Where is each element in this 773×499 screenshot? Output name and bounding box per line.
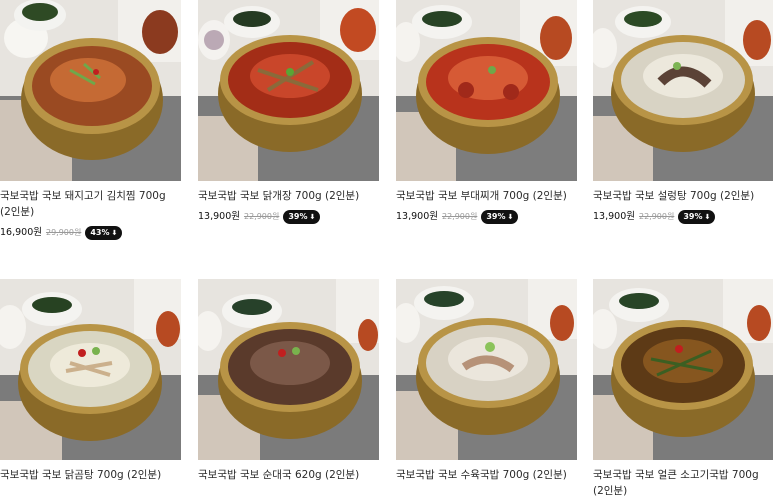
product-card[interactable]: 국보국밥 국보 설렁탕 700g (2인분) 13,900원 22,900원 3… (593, 0, 773, 224)
product-card[interactable]: 국보국밥 국보 순대국 620g (2인분) (198, 279, 379, 483)
sale-price: 13,900원 (396, 211, 438, 222)
discount-badge: 43% ⬇ (85, 226, 123, 240)
product-card[interactable]: 국보국밥 국보 돼지고기 김치찜 700g (2인분) 16,900원 29,9… (0, 0, 181, 240)
product-image[interactable] (198, 279, 379, 460)
original-price: 22,900원 (243, 212, 280, 221)
product-title[interactable]: 국보국밥 국보 수육국밥 700g (2인분) (396, 467, 577, 483)
product-card[interactable]: 국보국밥 국보 얼큰 소고기국밥 700g (2인분) (593, 279, 773, 499)
original-price: 22,900원 (638, 212, 675, 221)
down-arrow-icon: ⬇ (507, 213, 514, 221)
product-title[interactable]: 국보국밥 국보 얼큰 소고기국밥 700g (2인분) (593, 467, 773, 499)
product-card[interactable]: 국보국밥 국보 부대찌개 700g (2인분) 13,900원 22,900원 … (396, 0, 577, 224)
product-title[interactable]: 국보국밥 국보 닭곰탕 700g (2인분) (0, 467, 181, 483)
dish-photo (198, 279, 379, 460)
dish-photo (593, 279, 773, 460)
product-title[interactable]: 국보국밥 국보 설렁탕 700g (2인분) (593, 188, 773, 204)
product-title[interactable]: 국보국밥 국보 순대국 620g (2인분) (198, 467, 379, 483)
discount-badge: 39% ⬇ (283, 210, 321, 224)
price-row: 13,900원 22,900원 39% ⬇ (593, 210, 773, 224)
product-title[interactable]: 국보국밥 국보 돼지고기 김치찜 700g (2인분) (0, 188, 181, 220)
original-price: 29,900원 (45, 228, 82, 237)
product-image[interactable] (396, 279, 577, 460)
product-card[interactable]: 국보국밥 국보 닭개장 700g (2인분) 13,900원 22,900원 3… (198, 0, 379, 224)
product-image[interactable] (0, 0, 181, 181)
down-arrow-icon: ⬇ (111, 229, 118, 237)
product-title[interactable]: 국보국밥 국보 부대찌개 700g (2인분) (396, 188, 577, 204)
dish-photo (396, 0, 577, 181)
product-image[interactable] (0, 279, 181, 460)
sale-price: 13,900원 (198, 211, 240, 222)
discount-badge: 39% ⬇ (481, 210, 519, 224)
down-arrow-icon: ⬇ (704, 213, 711, 221)
product-card[interactable]: 국보국밥 국보 닭곰탕 700g (2인분) (0, 279, 181, 483)
product-image[interactable] (198, 0, 379, 181)
product-image[interactable] (396, 0, 577, 181)
original-price: 22,900원 (441, 212, 478, 221)
down-arrow-icon: ⬇ (309, 213, 316, 221)
sale-price: 13,900원 (593, 211, 635, 222)
product-card[interactable]: 국보국밥 국보 수육국밥 700g (2인분) (396, 279, 577, 483)
product-title[interactable]: 국보국밥 국보 닭개장 700g (2인분) (198, 188, 379, 204)
dish-photo (198, 0, 379, 181)
discount-badge: 39% ⬇ (678, 210, 716, 224)
price-row: 13,900원 22,900원 39% ⬇ (198, 210, 379, 224)
sale-price: 16,900원 (0, 227, 42, 238)
dish-photo (0, 279, 181, 460)
product-image[interactable] (593, 279, 773, 460)
price-row: 16,900원 29,900원 43% ⬇ (0, 226, 181, 240)
dish-photo (396, 279, 577, 460)
dish-photo (593, 0, 773, 181)
product-image[interactable] (593, 0, 773, 181)
dish-photo (0, 0, 181, 181)
price-row: 13,900원 22,900원 39% ⬇ (396, 210, 577, 224)
